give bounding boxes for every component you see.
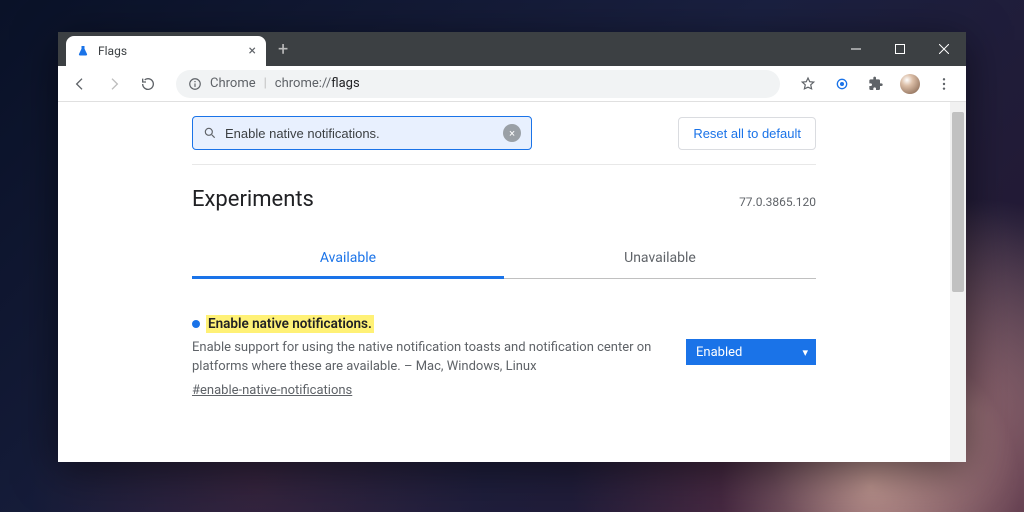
- url-divider: |: [264, 76, 267, 91]
- tab-available[interactable]: Available: [192, 240, 504, 279]
- chrome-version: 77.0.3865.120: [739, 195, 816, 209]
- extensions-icon[interactable]: [862, 70, 890, 98]
- flag-row: Enable native notifications. Enable supp…: [192, 315, 816, 398]
- titlebar: Flags × +: [58, 32, 966, 66]
- url-text: chrome://flags: [275, 76, 360, 91]
- browser-window: Flags × + Chrome | chrome://flags: [58, 32, 966, 462]
- clear-search-icon[interactable]: ×: [503, 124, 521, 142]
- extension-badge-icon[interactable]: [828, 70, 856, 98]
- bookmark-star-icon[interactable]: [794, 70, 822, 98]
- minimize-button[interactable]: [834, 33, 878, 65]
- flags-search-field[interactable]: ×: [192, 116, 532, 150]
- window-controls: [834, 32, 966, 66]
- address-bar[interactable]: Chrome | chrome://flags: [176, 70, 780, 98]
- flag-title: Enable native notifications.: [206, 315, 374, 333]
- tab-title: Flags: [98, 44, 241, 58]
- flag-state-value: Enabled: [696, 345, 742, 360]
- flags-tabs: Available Unavailable: [192, 240, 816, 279]
- reset-all-button[interactable]: Reset all to default: [678, 117, 816, 150]
- flag-description: Enable support for using the native noti…: [192, 339, 670, 377]
- new-tab-button[interactable]: +: [266, 39, 300, 60]
- site-info-icon[interactable]: [188, 77, 202, 91]
- vertical-scrollbar[interactable]: [950, 102, 966, 462]
- reload-button[interactable]: [134, 70, 162, 98]
- page-title: Experiments: [192, 187, 314, 212]
- profile-avatar[interactable]: [896, 70, 924, 98]
- back-button[interactable]: [66, 70, 94, 98]
- browser-tab[interactable]: Flags ×: [66, 36, 266, 66]
- forward-button[interactable]: [100, 70, 128, 98]
- maximize-button[interactable]: [878, 33, 922, 65]
- tab-close-icon[interactable]: ×: [249, 44, 256, 58]
- flag-modified-dot-icon: [192, 320, 200, 328]
- flask-icon: [76, 44, 90, 58]
- menu-kebab-icon[interactable]: [930, 70, 958, 98]
- flag-state-select[interactable]: Enabled: [686, 339, 816, 365]
- toolbar: Chrome | chrome://flags: [58, 66, 966, 102]
- close-button[interactable]: [922, 33, 966, 65]
- page-content: × Reset all to default Experiments 77.0.…: [58, 102, 950, 462]
- url-scheme: Chrome: [210, 76, 256, 91]
- flag-hash-link[interactable]: #enable-native-notifications: [192, 383, 352, 398]
- flags-search-input[interactable]: [225, 126, 495, 141]
- search-icon: [203, 126, 217, 140]
- tab-unavailable[interactable]: Unavailable: [504, 240, 816, 278]
- scrollbar-thumb[interactable]: [952, 112, 964, 292]
